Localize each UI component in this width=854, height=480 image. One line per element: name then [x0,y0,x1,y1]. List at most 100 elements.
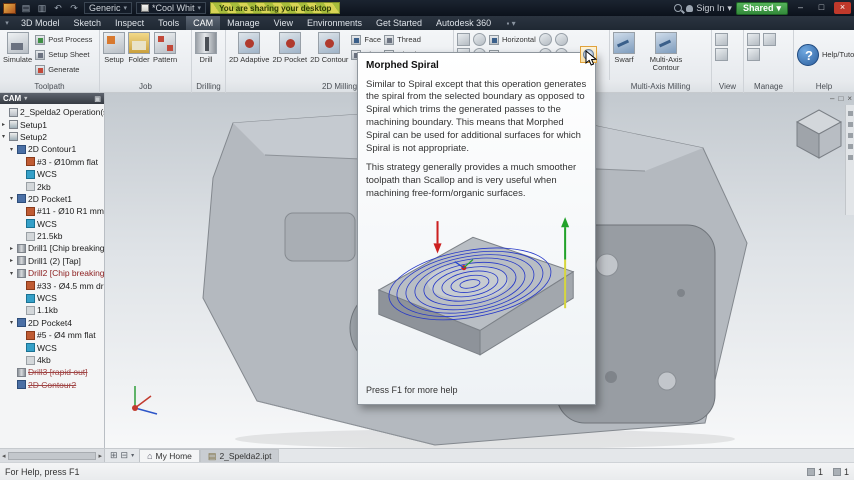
doc-close-icon[interactable]: × [847,94,852,103]
3d-milling-icon[interactable] [554,33,568,46]
tree-item[interactable]: Drill3 [rapid out] [0,366,104,378]
appearance-dropdown[interactable]: *Cool Whit ▾ [136,2,207,14]
2d-pocket-button[interactable]: 2D Pocket [272,32,307,78]
tree-expander-icon[interactable]: ▾ [2,133,9,140]
document-tab[interactable]: My Home [139,449,200,462]
sign-in-button[interactable]: Sign In ▾ [686,3,732,14]
tree-item[interactable]: ▾ 2D Pocket1 [0,193,104,205]
2d-adaptive-button[interactable]: 2D Adaptive [229,32,269,78]
browser-options-icon[interactable]: ▣ [94,95,101,103]
generate-button[interactable]: Generate [35,63,92,76]
ribbon-tab[interactable]: Inspect [108,16,151,30]
tree-expander-icon[interactable]: ▾ [10,270,17,277]
tree-item[interactable]: 1.1kb [0,304,104,316]
tree-item[interactable]: 2D Contour2 [0,379,104,391]
tree-item[interactable]: ▾ 2D Contour1 [0,143,104,155]
shared-button[interactable]: Shared ▾ [735,1,788,15]
3d-milling-icon[interactable] [538,33,552,46]
pattern-button[interactable]: Pattern [153,32,177,78]
tile-windows-icon[interactable]: ⊞ [110,450,118,461]
ribbon-tab[interactable]: Environments [300,16,369,30]
new-file-icon[interactable]: ▤ [20,3,32,14]
browser-horizontal-scrollbar[interactable]: ◂ ▸ [0,449,105,462]
help-tutorials-button[interactable]: Help/Tutorials [797,44,854,66]
tree-item[interactable]: WCS [0,168,104,180]
tree-expander-icon[interactable]: ▾ [10,195,17,202]
swarf-button[interactable]: Swarf [613,32,635,78]
tree-item[interactable]: ▾ Setup2 [0,131,104,143]
folder-button[interactable]: Folder [128,32,150,78]
doc-restore-icon[interactable]: □ [838,94,843,103]
scroll-right-icon[interactable]: ▸ [98,452,102,460]
face-button[interactable]: Face [351,33,381,46]
tree-item[interactable]: WCS [0,341,104,353]
tree-item[interactable]: WCS [0,218,104,230]
tree-item[interactable]: #5 - Ø4 mm flat [0,329,104,341]
tab-options-icon[interactable]: ▪ ▾ [498,16,524,30]
tree-item[interactable]: WCS [0,292,104,304]
tree-expander-icon[interactable]: ▸ [2,121,9,128]
post-process-button[interactable]: Post Process [35,33,92,46]
ribbon-collapse-icon[interactable]: ▾ [0,16,14,30]
morphed-spiral-tooltip: Morphed Spiral Similar to Spiral except … [357,52,596,405]
manage-tool-icon[interactable] [747,33,760,46]
search-icon[interactable] [674,4,683,12]
view-cube[interactable] [796,109,842,159]
tree-item[interactable]: #33 - Ø4.5 mm drill [0,279,104,291]
multi-axis-contour-button[interactable]: Multi-Axis Contour [638,32,694,78]
cascade-windows-icon[interactable]: ⊟ [121,450,129,461]
scroll-left-icon[interactable]: ◂ [2,452,6,460]
minimize-button[interactable]: – [792,2,809,14]
tree-item[interactable]: 2kb [0,180,104,192]
redo-icon[interactable]: ↷ [68,3,80,14]
thread-button[interactable]: Thread [384,33,423,46]
face-icon [351,34,362,45]
browser-header[interactable]: CAM ▾ ▣ [0,93,104,104]
manage-tool-icon[interactable] [763,33,776,46]
chevron-down-icon[interactable]: ▾ [131,452,134,459]
tree-item[interactable]: ▸ Setup1 [0,118,104,130]
ribbon-tab[interactable]: Manage [220,16,267,30]
tree-item[interactable]: 2_Spelda2 Operation(s) [0,106,104,118]
view-tool-icon[interactable] [715,33,728,46]
2d-contour-button[interactable]: 2D Contour [310,32,348,78]
undo-icon[interactable]: ↶ [52,3,64,14]
simulate-button[interactable]: Simulate [3,32,32,78]
tree-item[interactable]: 21.5kb [0,230,104,242]
tree-item[interactable]: ▸ Drill1 (2) [Tap] [0,255,104,267]
3d-milling-icon[interactable] [457,33,470,46]
tree-item[interactable]: ▾ Drill2 [Chip breaking] [0,267,104,279]
tree-item[interactable]: ▸ Drill1 [Chip breaking] [0,242,104,254]
setup-sheet-button[interactable]: Setup Sheet [35,48,92,61]
tree-item[interactable]: ▾ 2D Pocket4 [0,317,104,329]
tree-expander-icon[interactable]: ▸ [10,257,17,264]
ribbon-tab[interactable]: CAM [186,16,221,30]
3d-milling-icon[interactable] [473,33,486,46]
app-logo-icon[interactable] [3,2,16,14]
drill-button[interactable]: Drill [195,32,217,78]
maximize-button[interactable]: □ [813,2,830,14]
ribbon-tab[interactable]: Autodesk 360 [429,16,498,30]
tree-expander-icon[interactable]: ▸ [10,245,17,252]
tree-item[interactable]: #3 - Ø10mm flat [0,156,104,168]
tree-item[interactable]: 4kb [0,354,104,366]
ribbon-tab[interactable]: Tools [151,16,186,30]
scrollbar-thumb[interactable] [7,451,97,460]
tree-item[interactable]: #11 - Ø10 R1 mm bull [0,205,104,217]
horizontal-button[interactable]: Horizontal [489,33,536,46]
ribbon-tab[interactable]: 3D Model [14,16,67,30]
manage-tool-icon[interactable] [747,48,760,61]
ribbon-tab[interactable]: Get Started [369,16,429,30]
setup-button[interactable]: Setup [103,32,125,78]
viewport-toolbar[interactable] [845,105,854,215]
close-button[interactable]: × [834,2,851,14]
tree-expander-icon[interactable]: ▾ [10,319,17,326]
ribbon-tab[interactable]: Sketch [67,16,109,30]
doc-minimize-icon[interactable]: – [830,94,834,103]
ribbon-tab[interactable]: View [267,16,300,30]
material-dropdown[interactable]: Generic ▾ [84,2,133,14]
document-tab[interactable]: 2_Spelda2.ipt [199,449,280,462]
view-tool-icon[interactable] [715,48,728,61]
tree-expander-icon[interactable]: ▾ [10,146,17,153]
save-icon[interactable]: ▥ [36,3,48,14]
